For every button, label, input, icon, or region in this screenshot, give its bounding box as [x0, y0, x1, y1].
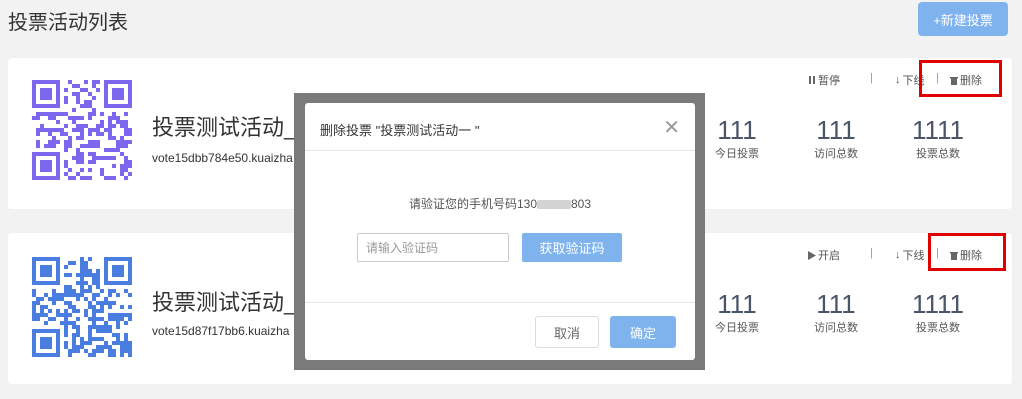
play-icon [808, 250, 816, 260]
masked-digits [537, 200, 571, 210]
vote-title: 投票测试活动_ [152, 115, 297, 140]
confirm-button[interactable]: 确定 [610, 316, 676, 348]
stat-label: 访问总数 [814, 322, 858, 334]
verify-message-suffix: 803 [571, 197, 592, 211]
new-vote-button[interactable]: +新建投票 [918, 2, 1008, 36]
arrow-down-icon: ↓ [895, 74, 901, 86]
close-icon[interactable]: ✕ [663, 115, 680, 140]
start-label: 开启 [818, 250, 840, 262]
qr-code-icon [32, 80, 132, 180]
stat-label: 访问总数 [814, 148, 858, 160]
pause-icon [809, 76, 815, 84]
delete-highlight-box [919, 60, 1002, 97]
verify-message-prefix: 请验证您的手机号码130 [408, 197, 537, 211]
separator: | [870, 72, 873, 84]
arrow-down-icon: ↓ [895, 249, 901, 261]
page-title: 投票活动列表 [8, 12, 128, 34]
stat-value: 111 [816, 289, 856, 319]
cancel-button[interactable]: 取消 [535, 316, 599, 348]
verify-message: 请验证您的手机号码130 803 [305, 195, 695, 212]
stat-today: 111 今日投票 [702, 116, 772, 161]
stat-label: 今日投票 [715, 148, 759, 160]
separator: | [870, 247, 873, 259]
stat-label: 今日投票 [715, 322, 759, 334]
qr-code-icon [32, 257, 132, 357]
get-code-button[interactable]: 获取验证码 [522, 233, 622, 262]
vote-url[interactable]: vote15d87f17bb6.kuaizha [152, 324, 289, 338]
stat-value: 1111 [911, 115, 965, 145]
start-button[interactable]: 开启 [808, 247, 840, 263]
verification-code-input[interactable] [357, 233, 509, 262]
stat-total: 1111 投票总数 [903, 116, 973, 161]
stat-total: 1111 投票总数 [903, 290, 973, 335]
dialog-title: 删除投票 "投票测试活动一 " [320, 123, 480, 138]
divider [305, 302, 695, 303]
stat-today: 111 今日投票 [702, 290, 772, 335]
offline-label: 下线 [902, 250, 925, 262]
stat-visits: 111 访问总数 [801, 116, 871, 161]
stat-value: 111 [816, 115, 856, 145]
stat-value: 111 [717, 115, 757, 145]
delete-highlight-box [928, 233, 1006, 271]
stat-value: 111 [717, 289, 757, 319]
pause-button[interactable]: 暂停 [808, 72, 840, 88]
delete-dialog: 删除投票 "投票测试活动一 " ✕ 请验证您的手机号码130803 获取验证码 … [305, 103, 695, 360]
vote-title: 投票测试活动_ [152, 290, 297, 315]
vote-url[interactable]: vote15dbb784e50.kuaizha [152, 151, 293, 165]
stat-label: 投票总数 [916, 322, 960, 334]
pause-label: 暂停 [818, 75, 840, 87]
stat-visits: 111 访问总数 [801, 290, 871, 335]
stat-label: 投票总数 [916, 148, 960, 160]
stat-value: 1111 [911, 289, 965, 319]
offline-button[interactable]: ↓ 下线 [895, 247, 925, 263]
divider [305, 150, 695, 151]
